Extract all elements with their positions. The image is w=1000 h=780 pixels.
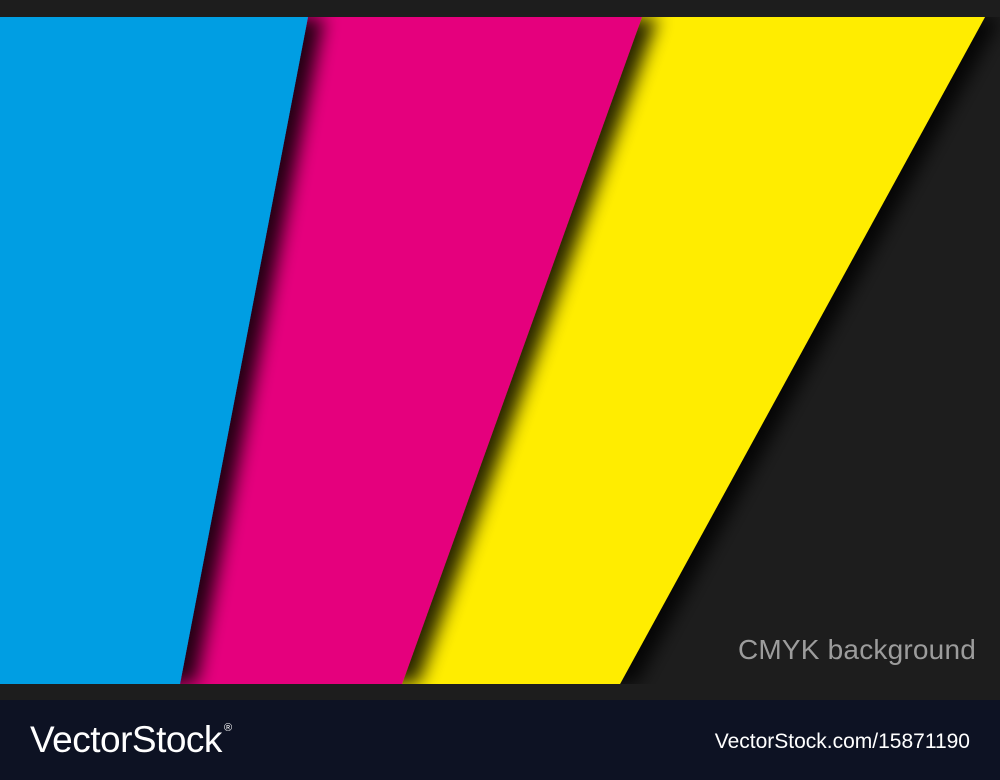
top-dark-band: [0, 0, 1000, 17]
cmyk-artwork: [0, 0, 1000, 700]
stock-id-text: VectorStock.com/15871190: [714, 730, 970, 753]
registered-mark-icon: ®: [223, 722, 233, 734]
image-canvas: CMYK background VectorStock ® VectorStoc…: [0, 0, 1000, 780]
logo-text: VectorStock: [30, 719, 222, 760]
vectorstock-logo: VectorStock ®: [30, 718, 232, 764]
watermark-footer: VectorStock ® VectorStock.com/15871190: [0, 700, 1000, 780]
caption-text: CMYK background: [737, 634, 976, 665]
